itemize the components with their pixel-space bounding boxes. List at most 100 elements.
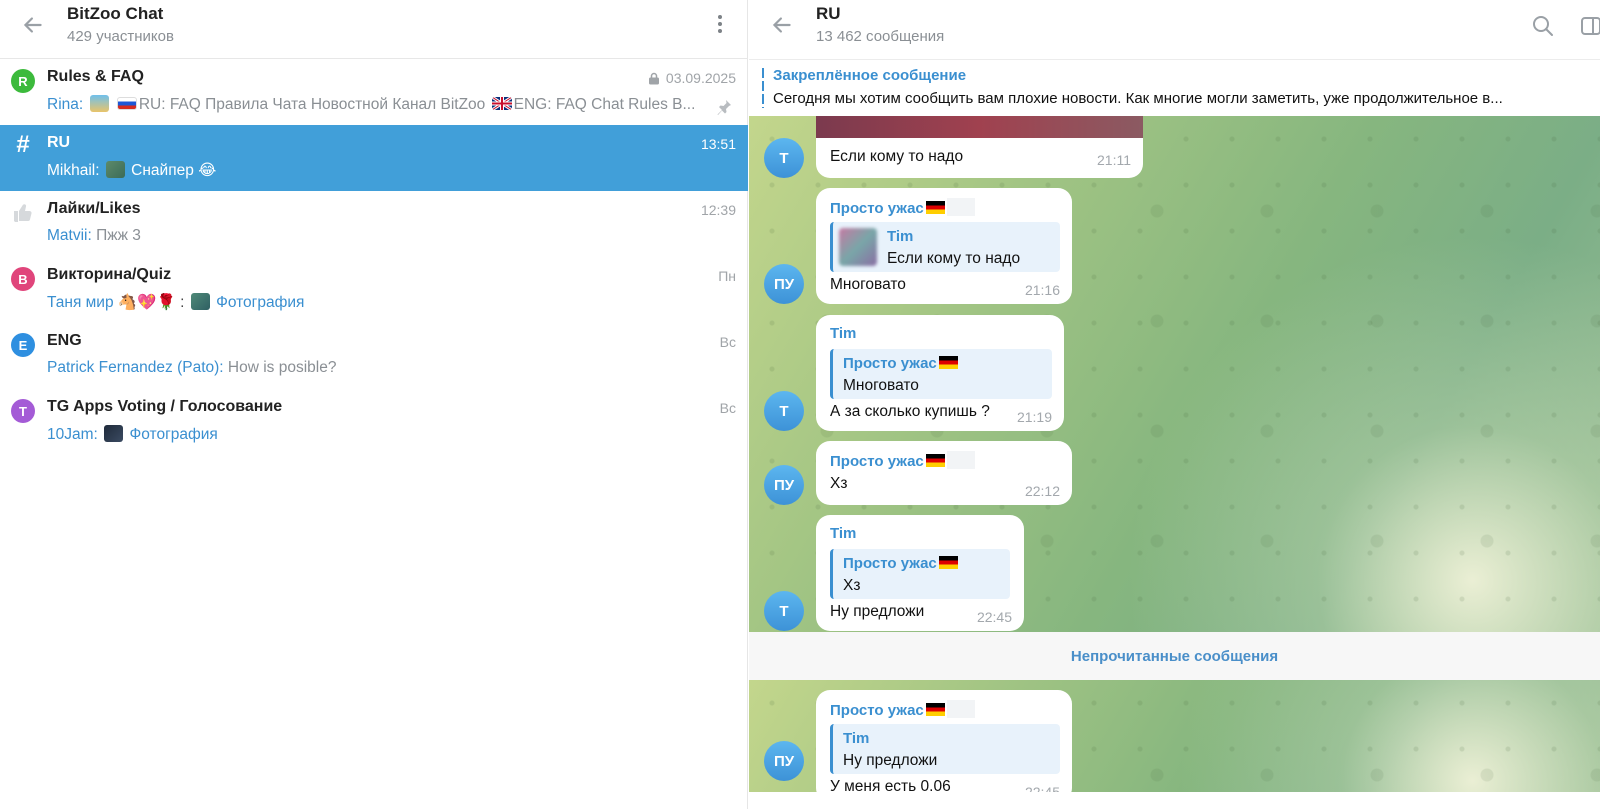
reply-name: Tim <box>843 730 870 747</box>
more-menu-icon[interactable] <box>708 12 732 38</box>
message-bubble[interactable]: Просто ужас Хз 22:12 <box>816 441 1072 505</box>
topic-time: Вс <box>719 334 736 350</box>
preview-separator: : <box>180 294 185 311</box>
sender-name[interactable]: Просто ужас <box>830 198 975 217</box>
flag-de-icon <box>938 556 958 569</box>
message-bubble[interactable]: Просто ужас Tim Ну предложи У меня есть … <box>816 690 1072 802</box>
topic-name: Лайки/Likes <box>47 200 141 217</box>
preview-text: Фотография <box>129 426 218 443</box>
message-text: Ну предложи <box>830 603 925 620</box>
pinned-indicator <box>762 68 764 108</box>
reply-text: Многовато <box>843 377 919 394</box>
chat-header: RU 13 462 сообщения <box>749 0 1600 59</box>
message-bubble[interactable]: Tim Просто ужас Многовато А за сколько к… <box>816 315 1064 431</box>
topic-preview: 10Jam: Фотография <box>47 425 707 444</box>
message-time: 22:12 <box>1024 483 1060 499</box>
sender-name-text: Просто ужас <box>830 200 924 217</box>
topic-quiz[interactable]: B Викторина/Quiz Пн Таня мир 🐴💖🌹 : Фотог… <box>0 257 748 323</box>
reply-quote[interactable]: Просто ужас Многовато <box>830 349 1052 399</box>
topic-name: Викторина/Quiz <box>47 266 172 283</box>
message-time: 21:19 <box>1016 409 1052 425</box>
preview-text: Снайпер 😂 <box>131 162 217 179</box>
flag-de-icon <box>925 703 945 716</box>
search-icon[interactable] <box>1531 14 1555 38</box>
message-text: Многовато <box>830 276 906 293</box>
topic-ru[interactable]: # RU 13:51 Mikhail: Снайпер 😂 <box>0 125 748 191</box>
topic-likes[interactable]: Лайки/Likes 12:39 Matvii: Пжж 3 <box>0 191 748 257</box>
preview-text: Фотография <box>216 294 305 311</box>
topic-time: 13:51 <box>700 136 736 152</box>
message-time: 22:45 <box>976 609 1012 625</box>
pinned-title: Закреплённое сообщение <box>773 67 967 84</box>
topic-name: ENG <box>47 332 82 349</box>
sender-name[interactable]: Tim <box>830 525 856 542</box>
topic-preview: Patrick Fernandez (Pato): How is posible… <box>47 359 707 377</box>
message-bubble[interactable]: Если кому то надо 21:11 <box>816 138 1143 178</box>
sender-name-text: Просто ужас <box>830 702 924 719</box>
media-thumb-icon <box>105 161 125 178</box>
group-member-count: 429 участников <box>67 28 174 45</box>
preview-text: Пжж 3 <box>96 227 141 244</box>
message-bubble[interactable]: Просто ужас Tim Если кому то надо Многов… <box>816 188 1072 304</box>
preview-emoji: 🐴💖🌹 <box>117 294 176 311</box>
reply-name-text: Просто ужас <box>843 355 937 372</box>
preview-text: RU: FAQ Правила Чата Новостной Канал Bit… <box>138 96 486 113</box>
avatar[interactable]: ПУ <box>764 264 804 304</box>
preview-sender: Patrick Fernandez (Pato): <box>47 359 224 376</box>
photo-thumb-icon <box>190 293 210 310</box>
topics-header: BitZoo Chat 429 участников <box>0 0 748 59</box>
sticker-thumb-icon <box>89 95 109 112</box>
name-badge <box>946 700 975 718</box>
preview-sender: Matvii: <box>47 227 92 244</box>
sender-name[interactable]: Tim <box>830 325 856 342</box>
flag-uk-icon <box>491 97 512 110</box>
chat-panel: RU 13 462 сообщения Закреплённое сообщен… <box>749 0 1600 809</box>
unread-divider: Непрочитанные сообщения <box>749 632 1600 680</box>
back-arrow-icon[interactable] <box>769 12 795 38</box>
reply-thumb-icon <box>839 228 877 266</box>
topic-preview: Matvii: Пжж 3 <box>47 227 707 245</box>
message-bubble[interactable]: Tim Просто ужас Хз Ну предложи 22:45 <box>816 515 1024 631</box>
avatar[interactable]: T <box>764 138 804 178</box>
flag-de-icon <box>938 356 958 369</box>
preview-sender: 10Jam: <box>47 426 98 443</box>
topic-name: TG Apps Voting / Голосование <box>47 398 283 415</box>
avatar[interactable]: T <box>764 391 804 431</box>
thumbs-up-icon <box>14 204 32 222</box>
message-text: Хз <box>830 475 848 492</box>
topic-rules-faq[interactable]: R Rules & FAQ 03.09.2025 Rina: RU: FAQ П… <box>0 59 748 125</box>
reply-quote[interactable]: Tim Ну предложи <box>830 724 1060 774</box>
pinned-message[interactable]: Закреплённое сообщение Сегодня мы хотим … <box>749 59 1600 116</box>
topic-preview: Таня мир 🐴💖🌹 : Фотография <box>47 293 707 312</box>
photo-preview[interactable] <box>816 116 1143 138</box>
avatar[interactable]: T <box>764 591 804 631</box>
hashtag-icon: # <box>16 131 30 158</box>
reply-name-text: Просто ужас <box>843 555 937 572</box>
back-arrow-icon[interactable] <box>20 12 46 38</box>
reply-quote[interactable]: Просто ужас Хз <box>830 549 1010 599</box>
topic-time: Пн <box>718 268 736 284</box>
reply-quote[interactable]: Tim Если кому то надо <box>830 222 1060 272</box>
chat-title: RU <box>816 4 841 23</box>
topic-icon: T <box>11 399 35 423</box>
avatar[interactable]: ПУ <box>764 741 804 781</box>
sender-name[interactable]: Просто ужас <box>830 451 975 470</box>
sender-name[interactable]: Просто ужас <box>830 700 975 719</box>
topic-icon: E <box>11 333 35 357</box>
sender-name-text: Просто ужас <box>830 453 924 470</box>
topic-date: 03.09.2025 <box>665 70 736 86</box>
flag-de-icon <box>925 454 945 467</box>
sidebar-toggle-icon[interactable] <box>1579 14 1600 38</box>
topic-eng[interactable]: E ENG Вс Patrick Fernandez (Pato): How i… <box>0 323 748 389</box>
name-badge <box>946 451 975 469</box>
reply-text: Хз <box>843 577 861 594</box>
topic-name: RU <box>47 134 71 151</box>
pin-icon <box>717 100 731 115</box>
reply-text: Ну предложи <box>843 752 938 769</box>
avatar[interactable]: ПУ <box>764 465 804 505</box>
topics-panel: BitZoo Chat 429 участников R Rules & FAQ… <box>0 0 748 809</box>
topic-tg-apps-voting[interactable]: T TG Apps Voting / Голосование Вс 10Jam:… <box>0 389 748 455</box>
reply-text: Если кому то надо <box>887 250 1021 267</box>
pinned-text: Сегодня мы хотим сообщить вам плохие нов… <box>773 90 1503 107</box>
topic-icon: B <box>11 267 35 291</box>
